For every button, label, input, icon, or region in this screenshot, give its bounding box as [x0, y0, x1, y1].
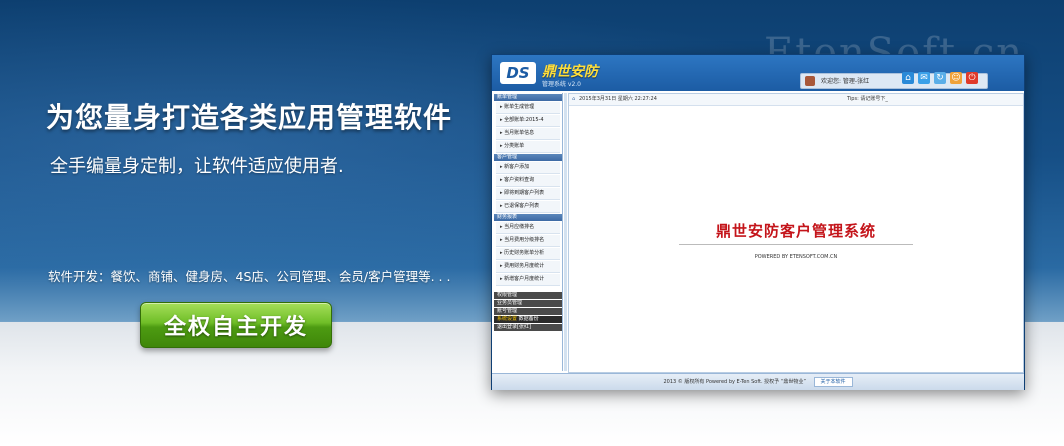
sidebar-item-settings[interactable]: 系统设置 数据备份 — [494, 316, 562, 323]
powered-by: POWERED BY ETENSOFT.COM.CN — [754, 254, 838, 260]
subline: 全手编量身定制，让软件适应使用者. — [50, 156, 344, 177]
sidebar-item-permissions[interactable]: 权限管理 — [494, 292, 562, 299]
sidebar-item[interactable]: 新增客户月度统计 — [496, 274, 560, 286]
sidebar-item[interactable]: 即将到期客户列表 — [496, 188, 560, 200]
sidebar-item[interactable]: 当月应缴排名 — [496, 222, 560, 234]
home-icon[interactable]: ⌂ — [902, 72, 914, 84]
message-icon[interactable]: ✉ — [918, 72, 930, 84]
sidebar-item[interactable]: 分类账单 — [496, 141, 560, 153]
sidebar-item[interactable]: 已退保客户列表 — [496, 201, 560, 213]
sidebar-item[interactable]: 全部账单:2015-4 — [496, 115, 560, 127]
sidebar-item[interactable]: 新客户添加 — [496, 162, 560, 174]
headline: 为您量身打造各类应用管理软件 — [46, 101, 453, 134]
title-divider — [679, 244, 913, 245]
sidebar-item[interactable]: 当月账单信息 — [496, 128, 560, 140]
content-topbar: ⌂ 2015年3月31日 星期六 22:27:24 Tips: 请记账号下_ — [569, 94, 1023, 106]
sidebar-item[interactable]: 客户资料查询 — [496, 175, 560, 187]
sidebar-splitter[interactable] — [564, 93, 567, 371]
tips: Tips: 请记账号下_ — [847, 96, 888, 102]
cta-button[interactable]: 全权自主开发 — [140, 302, 332, 348]
sidebar-group-reports[interactable]: 财务报表 — [494, 214, 562, 221]
app-screenshot: DS 鼎世安防 管理系统 v2.0 欢迎您: 管理-张红 ⌂ ✉ ↻ ☺ ⏻ 账… — [491, 54, 1025, 390]
user-icon[interactable]: ☺ — [950, 72, 962, 84]
toolbar-icons: ⌂ ✉ ↻ ☺ ⏻ — [902, 72, 978, 84]
home-small-icon: ⌂ — [572, 96, 576, 102]
system-title: 鼎世安防客户管理系统 — [715, 222, 876, 240]
sidebar-item[interactable]: 历史财务账单分析 — [496, 248, 560, 260]
copyright: 2013 © 版权所有 Powered by E-Ten Soft. 授权予 “… — [663, 379, 806, 385]
avatar — [805, 76, 815, 86]
sidebar-item-accounts[interactable]: 账号管理 — [494, 308, 562, 315]
logo-name: 鼎世安防 — [542, 64, 598, 80]
app-footer: 2013 © 版权所有 Powered by E-Ten Soft. 授权予 “… — [492, 373, 1024, 390]
sidebar-item[interactable]: 费用财务月度统计 — [496, 261, 560, 273]
backup-label[interactable]: 数据备份 — [519, 316, 539, 322]
refresh-icon[interactable]: ↻ — [934, 72, 946, 84]
about-link[interactable]: 关于本软件 — [813, 377, 853, 387]
date-time: 2015年3月31日 星期六 22:27:24 — [579, 96, 657, 102]
sidebar-item[interactable]: 账单生成管理 — [496, 102, 560, 114]
power-icon[interactable]: ⏻ — [966, 72, 978, 84]
settings-label: 系统设置 — [497, 316, 518, 322]
logo-subtitle: 管理系统 v2.0 — [542, 81, 582, 88]
business-types: 软件开发：餐饮、商铺、健身房、4S店、公司管理、会员/客户管理等. . . — [48, 269, 451, 284]
logo-mark: DS — [500, 62, 536, 84]
logout-button[interactable]: 退出登录[张红] — [494, 324, 562, 331]
user-greeting: 欢迎您: 管理-张红 — [821, 78, 870, 85]
sidebar-group-billing[interactable]: 账单管理 — [494, 94, 562, 101]
app-header: DS 鼎世安防 管理系统 v2.0 欢迎您: 管理-张红 ⌂ ✉ ↻ ☺ ⏻ — [492, 55, 1024, 91]
sidebar: 账单管理 账单生成管理 全部账单:2015-4 当月账单信息 分类账单 客户管理… — [494, 93, 563, 371]
sidebar-item-staff[interactable]: 业务员管理 — [494, 300, 562, 307]
sidebar-group-customers[interactable]: 客户管理 — [494, 154, 562, 161]
main-content: ⌂ 2015年3月31日 星期六 22:27:24 Tips: 请记账号下_ 鼎… — [568, 93, 1024, 373]
sidebar-item[interactable]: 当月费用分级排名 — [496, 235, 560, 247]
